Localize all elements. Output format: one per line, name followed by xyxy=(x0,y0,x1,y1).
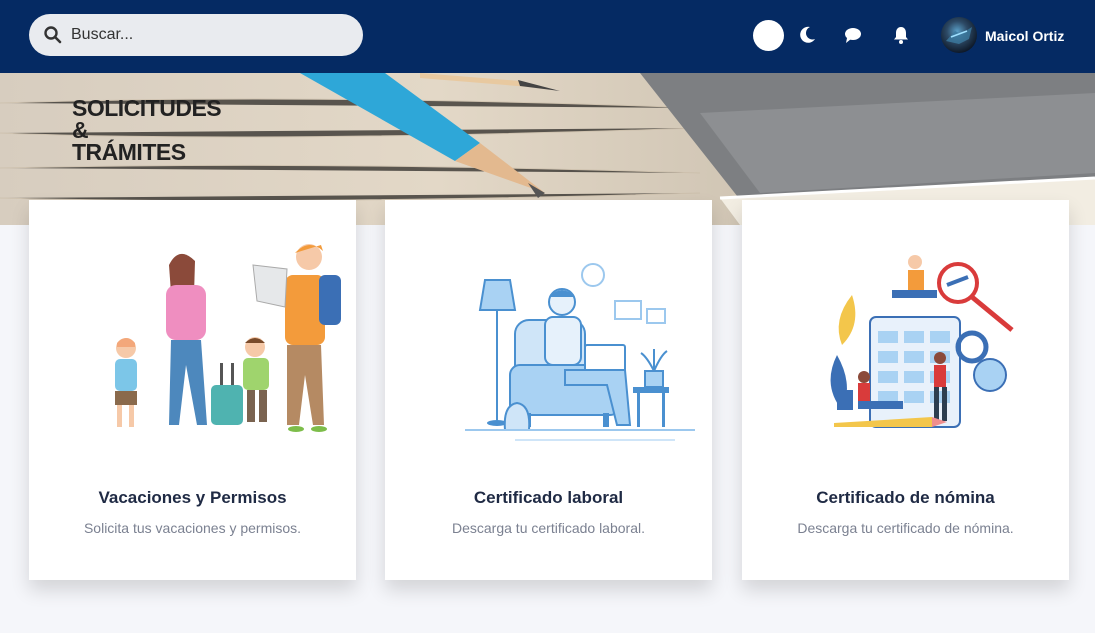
card-description: Descarga tu certificado de nómina. xyxy=(797,520,1014,536)
payroll-calendar-illustration xyxy=(830,255,1014,428)
chat-icon[interactable] xyxy=(843,25,863,45)
theme-toggle[interactable] xyxy=(753,20,784,51)
card-description: Descarga tu certificado laboral. xyxy=(452,520,645,536)
user-name[interactable]: Maicol Ortiz xyxy=(985,28,1064,44)
top-navbar: Maicol Ortiz xyxy=(0,0,1095,73)
card-description: Solicita tus vacaciones y permisos. xyxy=(83,520,302,536)
page-title-line1: SOLICITUDES xyxy=(72,95,222,121)
card-certificado-nomina[interactable]: Certificado de nómina Descarga tu certif… xyxy=(742,200,1069,580)
search-input[interactable] xyxy=(71,14,351,56)
page-title: SOLICITUDES & TRÁMITES xyxy=(72,95,222,165)
card-certificado-laboral[interactable]: Certificado laboral Descarga tu certific… xyxy=(385,200,712,580)
page-title-line2: & xyxy=(72,117,89,143)
moon-icon[interactable] xyxy=(797,25,817,45)
card-title: Vacaciones y Permisos xyxy=(98,488,287,507)
page-title-line3: TRÁMITES xyxy=(72,139,186,165)
card-title: Certificado de nómina xyxy=(816,488,995,507)
avatar[interactable] xyxy=(941,17,977,53)
family-travel-illustration xyxy=(115,244,341,432)
search-box[interactable] xyxy=(29,14,363,56)
bell-icon[interactable] xyxy=(891,25,911,45)
armchair-laptop-illustration xyxy=(465,263,695,441)
search-icon xyxy=(44,26,62,44)
card-title: Certificado laboral xyxy=(473,488,624,507)
card-vacaciones[interactable]: Vacaciones y Permisos Solicita tus vacac… xyxy=(29,200,356,580)
